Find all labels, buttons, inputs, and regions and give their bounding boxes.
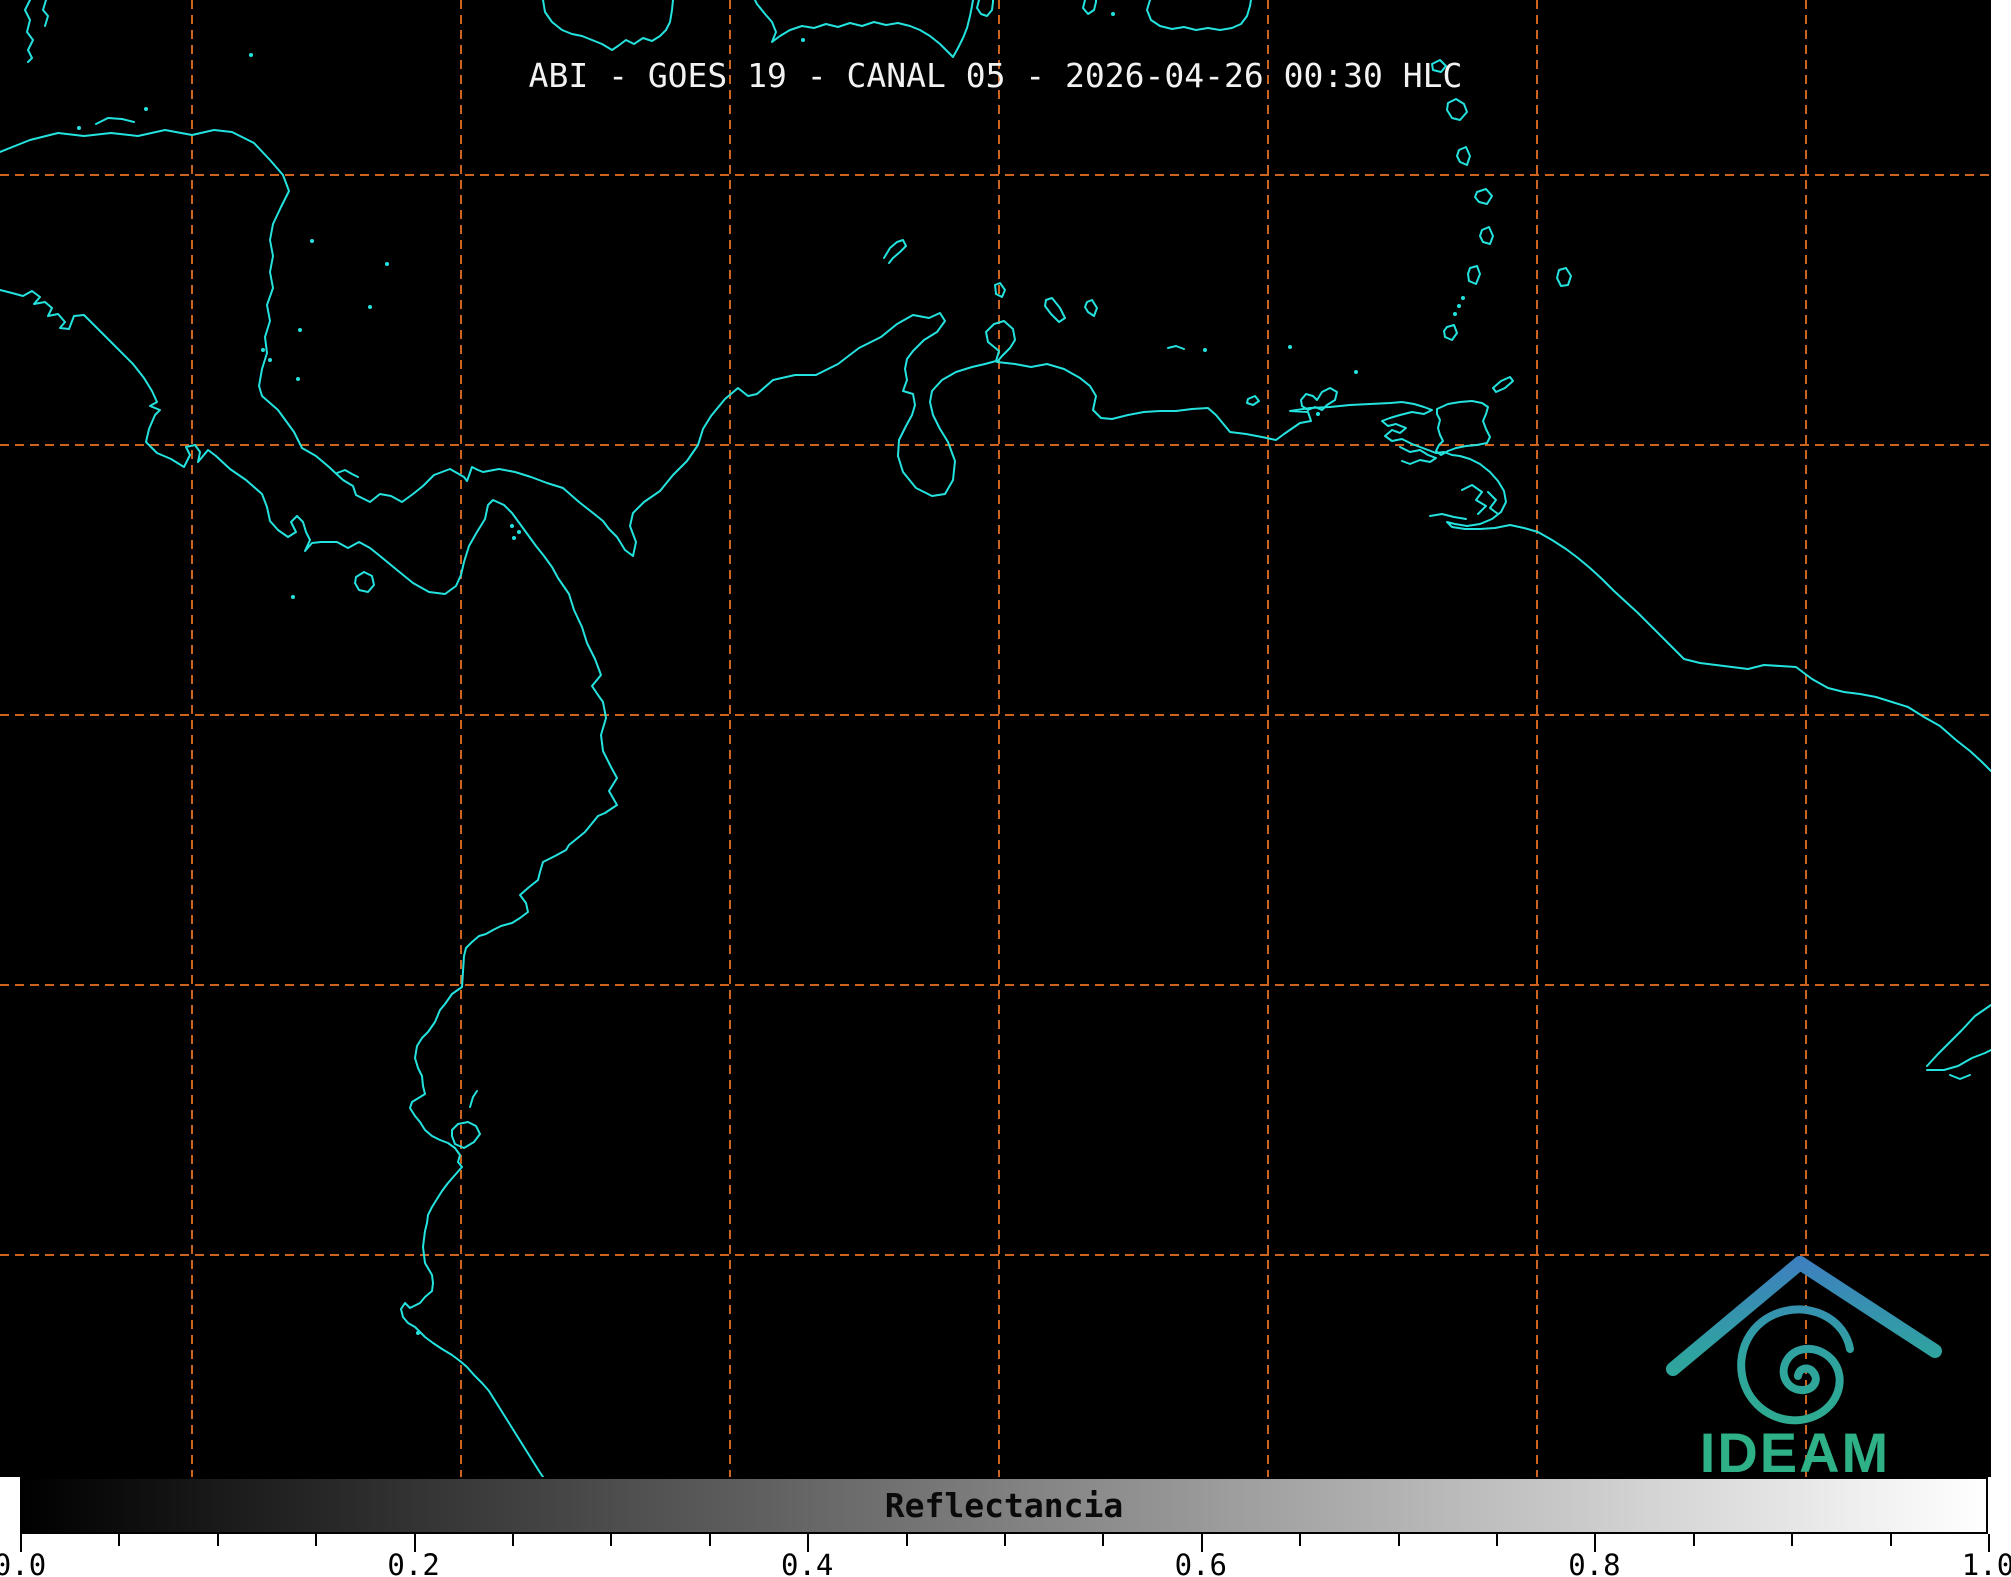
islet-pearl-cay-2 <box>268 358 272 362</box>
colorbar-tick-label: 1.0 <box>1961 1548 2011 1577</box>
islet-grenadines-2 <box>1457 304 1461 308</box>
island-puerto-rico-south <box>1146 0 1252 31</box>
island-tobago <box>1492 376 1514 393</box>
logo-hurricane-spiral <box>1737 1305 1854 1425</box>
logo-roof-right-stroke <box>1793 1256 1942 1358</box>
islet-malpelo <box>291 595 295 599</box>
colorbar-minor-tick <box>1496 1534 1498 1546</box>
colorbar-minor-tick <box>118 1534 121 1546</box>
islet-cay-2 <box>296 377 300 381</box>
islet-grenadines-3 <box>1453 312 1457 316</box>
colorbar-tick-label: 0.0 <box>0 1548 47 1577</box>
island-st-lucia <box>1479 226 1494 245</box>
orinoco-delta-south-shore <box>1429 513 1467 520</box>
colorbar-minor-tick <box>1889 1534 1892 1546</box>
islet-cay-1 <box>310 239 314 243</box>
colorbar-minor-tick <box>315 1534 318 1546</box>
island-jamaica <box>542 0 674 51</box>
islet-utila <box>77 126 81 130</box>
amazon-river-north-bank <box>1926 1004 1991 1067</box>
islet-pearl-island-1 <box>510 524 514 528</box>
coast-belize <box>24 0 34 63</box>
islet-pearl-island-3 <box>512 536 516 540</box>
islet-providencia <box>385 262 389 266</box>
colorbar-tick-label: 0.4 <box>780 1548 834 1577</box>
island-dominica <box>1456 146 1471 166</box>
amazon-river-south-bank <box>1926 1049 1991 1071</box>
island-coiba <box>354 571 375 593</box>
island-trinidad <box>1435 400 1491 456</box>
islet-grenadines-1 <box>1461 296 1465 300</box>
island-bonaire <box>1084 299 1098 317</box>
colorbar-minor-tick <box>1692 1534 1695 1546</box>
colorbar-minor-tick <box>1791 1534 1794 1546</box>
colorbar-minor-tick <box>610 1534 613 1546</box>
islet-guanaja <box>144 107 148 111</box>
colorbar-minor-tick <box>512 1534 514 1546</box>
island-tortuga <box>1246 395 1260 406</box>
colorbar-minor-tick <box>1299 1534 1302 1546</box>
island-saona <box>1082 0 1097 15</box>
island-hispaniola-east <box>976 0 994 17</box>
orinoco-delta-braid-2 <box>1487 491 1499 515</box>
islet-mona <box>1111 12 1115 16</box>
colorbar-tick-label: 0.8 <box>1568 1548 1621 1577</box>
islet-orchila <box>1203 348 1207 352</box>
island-hispaniola-south <box>754 0 974 58</box>
islet-guajira-north <box>883 239 907 264</box>
ideam-logo-text: IDEAM <box>1699 1421 1891 1484</box>
island-martinique <box>1474 188 1493 205</box>
colorbar-label: Reflectancia <box>884 1486 1124 1525</box>
island-curacao <box>1044 297 1066 323</box>
islet-pearl-island-2 <box>517 530 521 534</box>
islet-lobos <box>416 1331 420 1335</box>
amazon-river-spur <box>1949 1074 1971 1080</box>
islet-blanquilla <box>1288 345 1292 349</box>
island-grenada <box>1443 324 1458 341</box>
guayas-estuary <box>469 1090 478 1108</box>
islet-coche <box>1316 412 1320 416</box>
colorbar-minor-tick <box>1102 1534 1105 1546</box>
colorbar-minor-tick <box>1397 1534 1400 1546</box>
screenshot-stage: ABI - GOES 19 - CANAL 05 - 2026-04-26 00… <box>0 0 2011 1577</box>
islet-corn <box>298 328 302 332</box>
islet-testigos <box>1354 370 1358 374</box>
island-guadeloupe <box>1446 98 1468 121</box>
islet-pearl-cay-1 <box>261 348 265 352</box>
colorbar-tick-label: 0.2 <box>387 1548 440 1577</box>
colorbar-tick-label: 0.6 <box>1174 1548 1227 1577</box>
coast-pacific-mainland <box>0 289 618 1477</box>
islet-san-andres <box>368 305 372 309</box>
coast-belize-cay <box>42 0 49 27</box>
colorbar-minor-tick <box>905 1534 908 1546</box>
map-title: ABI - GOES 19 - CANAL 05 - 2026-04-26 00… <box>528 56 1463 95</box>
islet-ile-a-vache <box>801 38 805 42</box>
island-roatan <box>95 117 135 125</box>
island-los-roques <box>1167 345 1185 350</box>
island-bocas-del-toro <box>336 469 359 478</box>
coast-caribbean-mainland <box>0 129 1991 772</box>
colorbar-minor-tick <box>708 1534 711 1546</box>
orinoco-delta-braid-1 <box>1461 484 1487 515</box>
gulf-of-paria-shore <box>1399 446 1437 465</box>
island-puna <box>451 1121 481 1149</box>
colorbar-minor-tick <box>1004 1534 1006 1546</box>
colorbar-minor-tick <box>216 1534 219 1546</box>
island-barbados <box>1556 267 1572 287</box>
ideam-logo: IDEAM <box>1645 1246 1965 1484</box>
island-st-vincent <box>1467 265 1481 285</box>
reflectance-colorbar: Reflectancia <box>20 1477 1988 1534</box>
